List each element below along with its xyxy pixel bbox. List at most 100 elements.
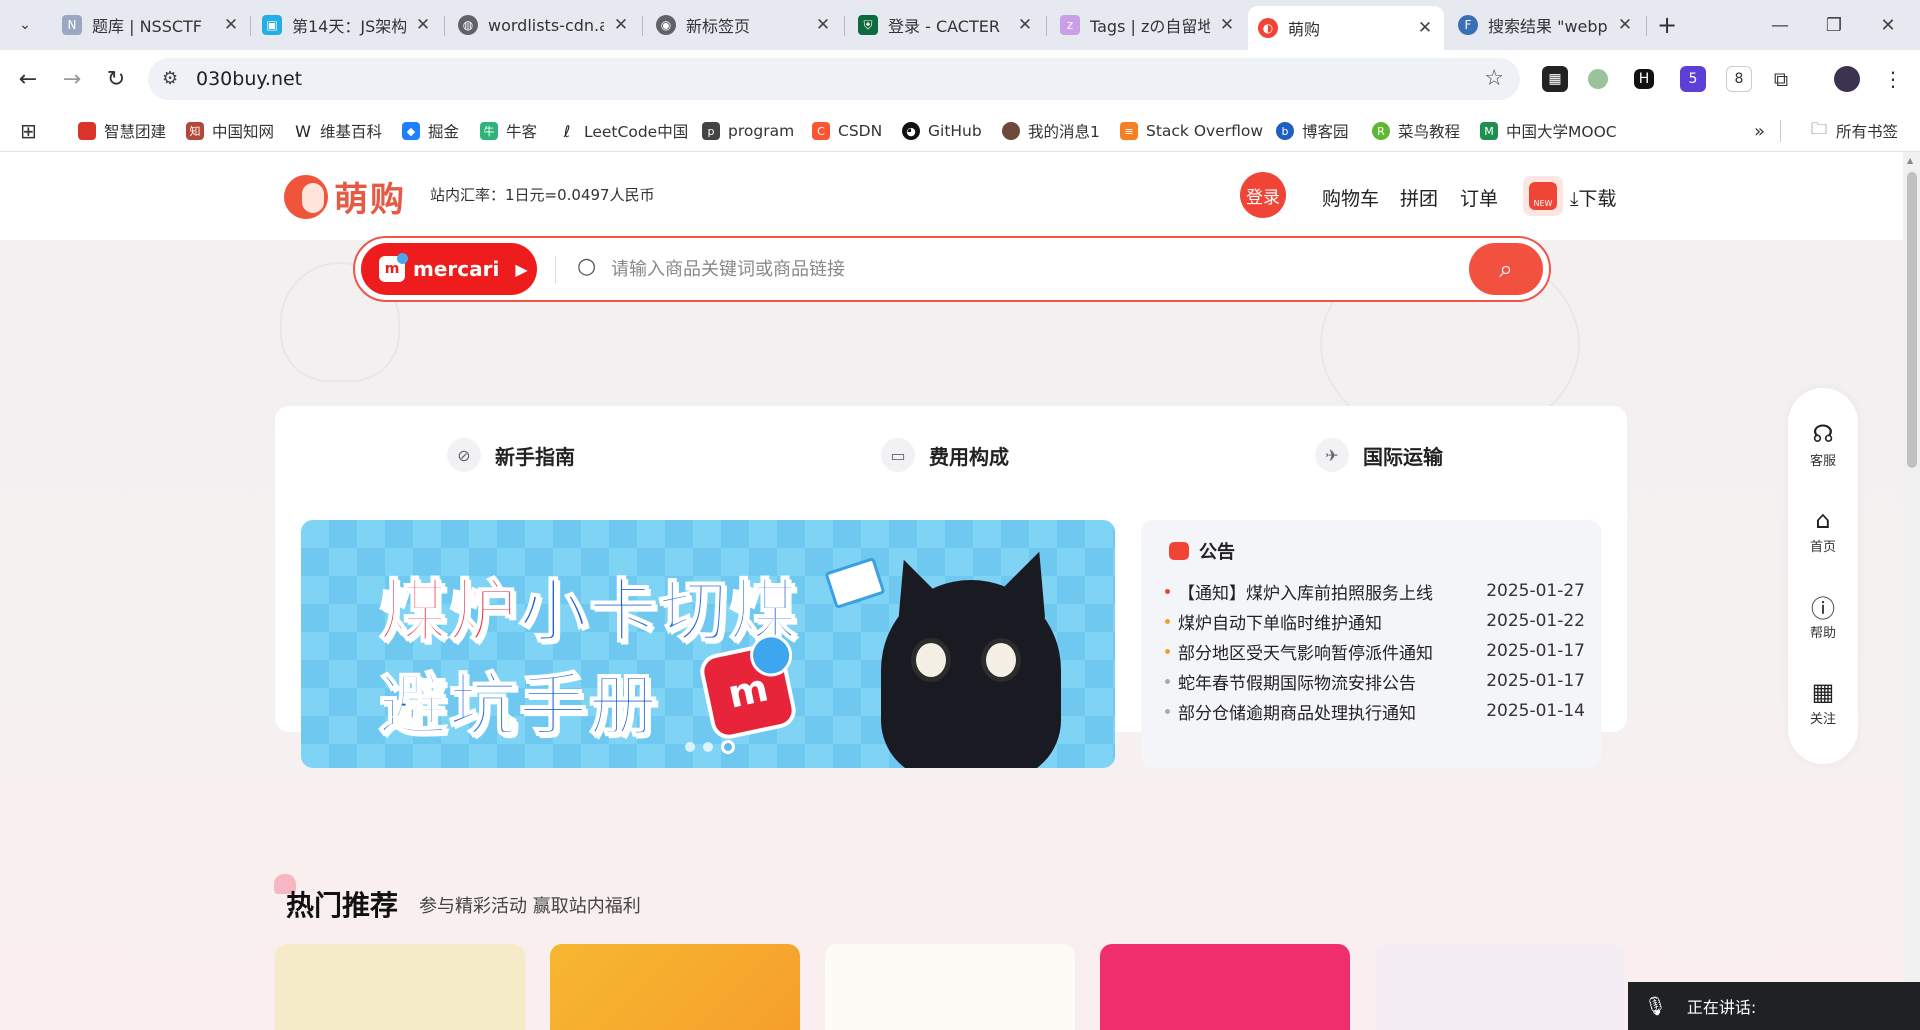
- bookmarks-bar: ⊞ 智慧团建 知中国知网 W 维基百科 ◆ 掘金 牛牛客 ℓ LeetCode中国 p…: [0, 108, 1920, 152]
- announcement-item[interactable]: 煤炉自动下单临时维护通知 2025-01-22: [1165, 608, 1585, 634]
- minimize-icon[interactable]: —: [1760, 8, 1800, 42]
- carousel-dot[interactable]: [685, 742, 695, 752]
- nav-group-buy[interactable]: 拼团: [1400, 184, 1438, 211]
- rail-home[interactable]: ⌂ 首页: [1788, 504, 1858, 564]
- tab-wordlists[interactable]: ◍ wordlists-cdn.a ✕: [448, 6, 640, 44]
- close-tab-icon[interactable]: ✕: [414, 15, 432, 35]
- extension-icon-4[interactable]: 5: [1680, 66, 1706, 92]
- mooc-icon: M: [1480, 122, 1498, 140]
- scrollbar-thumb[interactable]: [1907, 172, 1917, 468]
- nav-cart[interactable]: 购物车: [1322, 184, 1379, 211]
- guide-shipping[interactable]: ✈ 国际运输: [1315, 438, 1443, 472]
- recommend-card[interactable]: [825, 944, 1075, 1030]
- bookmark-star-icon[interactable]: ☆: [1484, 66, 1504, 91]
- nav-orders[interactable]: 订单: [1460, 184, 1498, 211]
- promo-banner[interactable]: 煤炉小卡切煤 避坑手册 m: [301, 520, 1115, 768]
- bookmark-mooc[interactable]: M 中国大学MOOC: [1480, 120, 1617, 142]
- announcement-item[interactable]: 部分地区受天气影响暂停派件通知 2025-01-17: [1165, 638, 1585, 664]
- announcement-item[interactable]: 蛇年春节假期国际物流安排公告 2025-01-17: [1165, 668, 1585, 694]
- address-bar[interactable]: ⚙ 030buy.net ☆: [148, 58, 1520, 100]
- tab-js-architecture[interactable]: ▣ 第14天：JS架构 ✕: [252, 6, 442, 44]
- bullet-dot: [1165, 708, 1170, 714]
- z-icon: z: [1060, 15, 1080, 35]
- menu-kebab-icon[interactable]: ⋮: [1880, 66, 1906, 92]
- back-icon[interactable]: ←: [12, 63, 44, 95]
- brand-logo[interactable]: 萌购: [284, 172, 406, 221]
- recommend-card[interactable]: [1375, 944, 1625, 1030]
- new-tab-button[interactable]: +: [1652, 10, 1682, 40]
- close-window-icon[interactable]: ✕: [1868, 8, 1908, 42]
- rail-customer-service[interactable]: ☊ 客服: [1788, 418, 1858, 478]
- rail-help[interactable]: ⓘ 帮助: [1788, 590, 1858, 650]
- app-new-badge[interactable]: NEW: [1523, 176, 1563, 216]
- bookmark-csdn[interactable]: C CSDN: [812, 120, 882, 142]
- platform-selector[interactable]: m mercari ▶: [361, 243, 537, 295]
- bookmark-wikipedia[interactable]: W 维基百科: [294, 120, 382, 142]
- extensions-puzzle-icon[interactable]: ⧉: [1768, 66, 1794, 92]
- tab-tags-z[interactable]: z Tags | zの自留地 ✕: [1050, 6, 1246, 44]
- guide-fees[interactable]: ▭ 费用构成: [881, 438, 1009, 472]
- close-tab-icon[interactable]: ✕: [1218, 15, 1236, 35]
- cat-illustration: [881, 580, 1061, 768]
- recommend-card[interactable]: [275, 944, 525, 1030]
- bookmark-juejin[interactable]: ◆ 掘金: [402, 120, 459, 142]
- bookmark-leetcode[interactable]: ℓ LeetCode中国: [558, 120, 688, 142]
- recommend-card[interactable]: [1100, 944, 1350, 1030]
- carousel-dot[interactable]: [703, 742, 713, 752]
- tab-new-tab[interactable]: ◉ 新标签页 ✕: [646, 6, 842, 44]
- scroll-up-icon[interactable]: ▲: [1907, 156, 1913, 165]
- search-input[interactable]: [611, 252, 1251, 286]
- close-tab-icon[interactable]: ✕: [1016, 15, 1034, 35]
- bookmark-cnki[interactable]: 知中国知网: [186, 120, 274, 142]
- page-scrollbar[interactable]: ▲: [1903, 152, 1920, 1030]
- announcement-item[interactable]: 【通知】煤炉入库前拍照服务上线 2025-01-27: [1165, 578, 1585, 604]
- close-tab-icon[interactable]: ✕: [1616, 15, 1634, 35]
- bookmark-nowcoder[interactable]: 牛牛客: [480, 120, 537, 142]
- search-submit-button[interactable]: ⌕: [1469, 243, 1543, 295]
- tab-moegou[interactable]: ◐ 萌购 ✕: [1248, 6, 1444, 50]
- guide-beginner[interactable]: ⊘ 新手指南: [447, 438, 575, 472]
- tab-search-button[interactable]: ⌄: [10, 10, 40, 40]
- tab-nssctf[interactable]: N 题库 | NSSCTF ✕: [52, 6, 250, 44]
- login-button[interactable]: 登录: [1240, 172, 1286, 218]
- help-icon: ⓘ: [1811, 594, 1835, 623]
- carousel-dot-active[interactable]: [721, 740, 735, 754]
- bookmark-my-messages[interactable]: 我的消息1: [1002, 120, 1100, 142]
- extension-icon-1[interactable]: ▦: [1542, 66, 1568, 92]
- search-bar: m mercari ▶ ○ ⌕: [353, 236, 1551, 302]
- reload-icon[interactable]: ↻: [100, 63, 132, 95]
- rail-follow[interactable]: ▦ 关注: [1788, 676, 1858, 736]
- bookmark-runoob[interactable]: R 菜鸟教程: [1372, 120, 1460, 142]
- close-tab-icon[interactable]: ✕: [1416, 18, 1434, 38]
- restore-icon[interactable]: ❐: [1814, 8, 1854, 42]
- bookmark-github[interactable]: ◕ GitHub: [902, 120, 982, 142]
- tab-cacter-login[interactable]: ⛨ 登录 - CACTER ✕: [848, 6, 1044, 44]
- close-tab-icon[interactable]: ✕: [222, 15, 240, 35]
- profile-avatar[interactable]: [1834, 66, 1860, 92]
- tab-search-results[interactable]: F 搜索结果 "webp ✕: [1448, 6, 1644, 44]
- announcement-item[interactable]: 部分仓储逾期商品处理执行通知 2025-01-14: [1165, 698, 1585, 724]
- bookmark-stackoverflow[interactable]: ≡ Stack Overflow: [1120, 120, 1263, 142]
- brand-mark-icon: [284, 174, 328, 219]
- search-icon: ○: [577, 254, 597, 279]
- bookmark-program[interactable]: p program: [702, 120, 794, 142]
- site-info-icon[interactable]: ⚙: [162, 68, 178, 89]
- program-icon: p: [702, 122, 720, 140]
- bookmark-cnblogs[interactable]: b 博客园: [1276, 120, 1349, 142]
- url-text[interactable]: 030buy.net: [196, 68, 302, 90]
- recommend-card[interactable]: [550, 944, 800, 1030]
- compass-icon: ⊘: [447, 438, 481, 472]
- apps-grid-icon[interactable]: ⊞: [20, 119, 37, 143]
- divider: [1780, 120, 1781, 142]
- forward-icon[interactable]: →: [56, 63, 88, 95]
- extension-icon-2[interactable]: [1588, 69, 1608, 89]
- more-bookmarks-icon[interactable]: »: [1754, 120, 1765, 142]
- bookmark-icon: 知: [186, 122, 204, 140]
- bookmark-zhihuituanjian[interactable]: 智慧团建: [78, 120, 166, 142]
- extension-icon-5[interactable]: 8: [1726, 66, 1752, 92]
- extension-icon-3[interactable]: H: [1634, 69, 1654, 89]
- close-tab-icon[interactable]: ✕: [814, 15, 832, 35]
- download-link[interactable]: ⤓下载: [1570, 184, 1616, 211]
- all-bookmarks[interactable]: 🗀 所有书签: [1810, 119, 1898, 142]
- close-tab-icon[interactable]: ✕: [612, 15, 630, 35]
